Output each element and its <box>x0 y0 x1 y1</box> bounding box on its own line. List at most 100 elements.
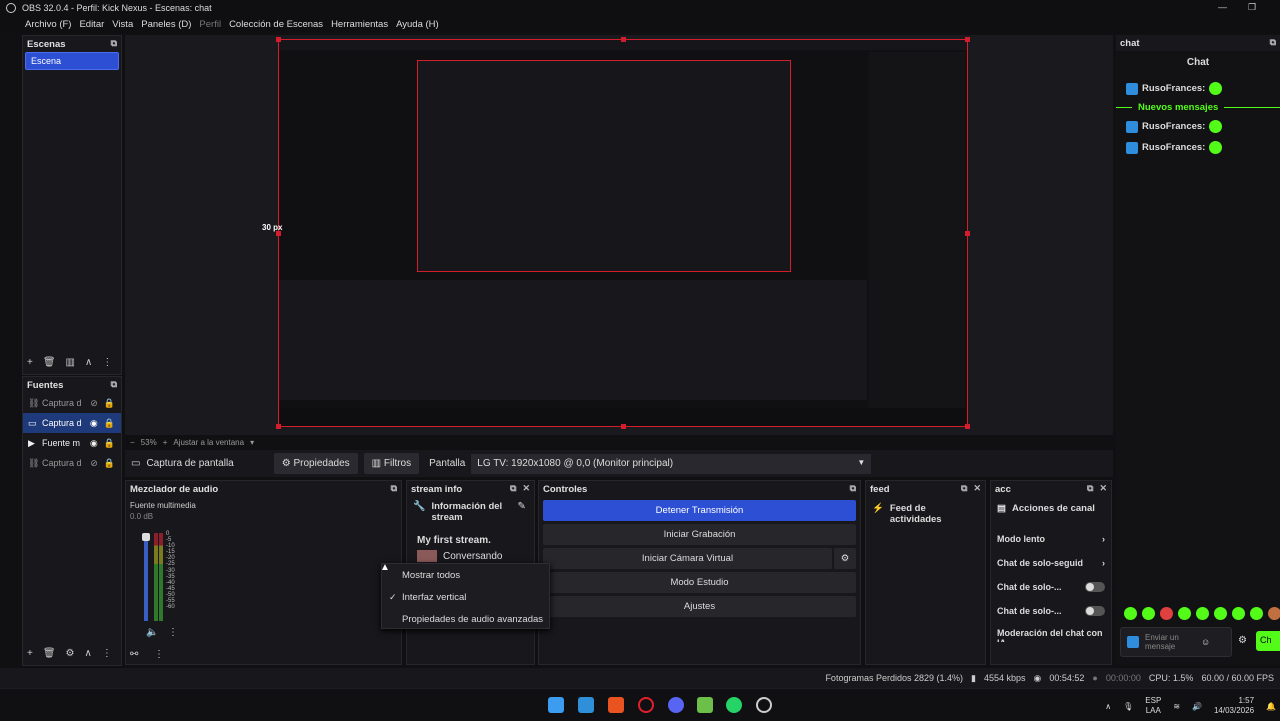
gear-icon[interactable]: ⚙ <box>1238 635 1247 646</box>
undock-icon[interactable]: ⧉ <box>111 379 117 390</box>
microphone-icon[interactable]: 🎙 <box>1123 702 1133 711</box>
menu-paneles[interactable]: Paneles (D) <box>141 19 191 30</box>
eye-icon[interactable]: ◉ <box>90 418 98 429</box>
menu-vertical-layout[interactable]: ✓ Interfaz vertical <box>382 586 549 608</box>
menu-advanced-audio[interactable]: Propiedades de audio avanzadas <box>382 608 549 630</box>
close-icon[interactable]: ✕ <box>1099 483 1107 494</box>
resize-handle[interactable] <box>965 37 970 42</box>
screen-select[interactable]: LG TV: 1920x1080 @ 0,0 (Monitor principa… <box>471 453 872 474</box>
emote-icon[interactable] <box>1250 607 1263 620</box>
move-up-icon[interactable]: ∧ <box>85 648 92 659</box>
menu-herramientas[interactable]: Herramientas <box>331 19 388 30</box>
trash-icon[interactable]: 🗑 <box>43 357 56 368</box>
lock-icon[interactable]: 🔒 <box>104 398 115 409</box>
gear-icon[interactable]: ⚙ <box>66 648 75 659</box>
followers-only-row[interactable]: Chat de solo-seguid › <box>991 544 1111 568</box>
fit-window-label[interactable]: Ajustar a la ventana <box>173 438 244 447</box>
emote-icon[interactable] <box>1142 607 1155 620</box>
more-icon[interactable]: ⋮ <box>154 649 164 660</box>
emoji-icon[interactable]: ☺ <box>1201 637 1210 647</box>
add-icon[interactable]: + <box>27 648 33 659</box>
language-indicator[interactable]: ESP LAA <box>1145 696 1161 716</box>
menu-ayuda[interactable]: Ayuda (H) <box>396 19 439 30</box>
pencil-icon[interactable]: ✎ <box>517 501 525 512</box>
volume-icon[interactable]: 🔊 <box>1192 702 1202 711</box>
menu-perfil[interactable]: Perfil <box>199 19 221 30</box>
vscode-icon[interactable] <box>578 697 594 713</box>
opera-icon[interactable] <box>638 697 654 713</box>
source-item[interactable]: ⛓ Captura d ⊘ 🔒 <box>23 453 121 473</box>
studio-mode-button[interactable]: Modo Estudio <box>543 572 856 593</box>
emote-icon[interactable] <box>1268 607 1280 620</box>
clock[interactable]: 1:57 14/03/2026 <box>1214 696 1254 716</box>
emote-icon[interactable] <box>1178 607 1191 620</box>
menu-archivo[interactable]: Archivo (F) <box>25 19 71 30</box>
lock-icon[interactable]: 🔒 <box>104 438 115 449</box>
eye-hidden-icon[interactable]: ⊘ <box>90 458 98 469</box>
properties-button[interactable]: ⚙ Propiedades <box>273 453 358 474</box>
source-item[interactable]: ⛓ Captura d ⊘ 🔒 <box>23 393 121 413</box>
ai-moderation-row[interactable]: Moderación del chat con IA <box>991 616 1111 642</box>
minimize-icon[interactable]: — <box>1218 2 1227 12</box>
close-icon[interactable]: ✕ <box>973 483 981 494</box>
eye-hidden-icon[interactable]: ⊘ <box>90 398 98 409</box>
emote-icon[interactable] <box>1232 607 1245 620</box>
undock-icon[interactable]: ⧉ <box>391 483 397 494</box>
send-button[interactable]: Ch <box>1256 631 1280 651</box>
undock-icon[interactable]: ⧉ <box>1270 37 1276 48</box>
resize-handle[interactable] <box>621 424 626 429</box>
trash-icon[interactable]: 🗑 <box>43 648 56 659</box>
move-up-icon[interactable]: ∧ <box>85 357 92 368</box>
slow-mode-row[interactable]: Modo lento › <box>991 520 1111 544</box>
stop-stream-button[interactable]: Detener Transmisión <box>543 500 856 521</box>
emote-icon[interactable] <box>1214 607 1227 620</box>
undock-icon[interactable]: ⧉ <box>961 483 967 494</box>
link-icon[interactable]: ⚯ <box>130 649 138 660</box>
maximize-icon[interactable]: ❐ <box>1248 2 1256 13</box>
filters-button[interactable]: ▥ Filtros <box>363 453 420 474</box>
speaker-icon[interactable]: 🔈 <box>146 627 158 638</box>
zoom-out-icon[interactable]: − <box>130 438 135 447</box>
notification-bell-icon[interactable]: 🔔 <box>1266 702 1276 711</box>
preview-canvas[interactable] <box>276 37 970 429</box>
zoom-in-icon[interactable]: + <box>163 438 168 447</box>
lock-icon[interactable]: 🔒 <box>104 458 115 469</box>
more-icon[interactable]: ⋮ <box>168 627 178 638</box>
undock-icon[interactable]: ⧉ <box>850 483 856 494</box>
eye-icon[interactable]: ◉ <box>90 438 98 449</box>
menu-vista[interactable]: Vista <box>112 19 133 30</box>
start-virtual-camera-button[interactable]: Iniciar Cámara Virtual <box>543 548 832 569</box>
wifi-icon[interactable]: ≋ <box>1173 702 1180 711</box>
filter-icon[interactable]: ▥ <box>66 357 75 368</box>
more-icon[interactable]: ⋮ <box>102 357 112 368</box>
windows-start-icon[interactable] <box>548 697 564 713</box>
more-icon[interactable]: ⋮ <box>102 648 112 659</box>
emote-icon[interactable] <box>1196 607 1209 620</box>
obs-taskbar-icon[interactable] <box>756 697 772 713</box>
scene-item[interactable]: Escena <box>25 52 119 70</box>
emote-only-toggle[interactable] <box>1085 606 1105 616</box>
emote-icon[interactable] <box>1160 607 1173 620</box>
source-item[interactable]: ▭ Captura d ◉ 🔒 <box>23 413 121 433</box>
undock-icon[interactable]: ⧉ <box>510 483 516 494</box>
menu-editar[interactable]: Editar <box>79 19 104 30</box>
gear-icon[interactable]: ⚙ <box>834 548 856 569</box>
discord-icon[interactable] <box>668 697 684 713</box>
settings-button[interactable]: Ajustes <box>543 596 856 617</box>
lock-icon[interactable]: 🔒 <box>104 418 115 429</box>
resize-handle[interactable] <box>621 37 626 42</box>
brave-icon[interactable] <box>608 697 624 713</box>
whatsapp-icon[interactable] <box>726 697 742 713</box>
minecraft-icon[interactable] <box>697 697 713 713</box>
volume-slider[interactable] <box>144 533 148 621</box>
resize-handle[interactable] <box>276 424 281 429</box>
chat-input[interactable]: Enviar un mensaje ☺ <box>1120 627 1232 657</box>
resize-handle[interactable] <box>276 37 281 42</box>
resize-handle[interactable] <box>965 231 970 236</box>
menu-show-all[interactable]: Mostrar todos <box>382 564 549 586</box>
resize-handle[interactable] <box>965 424 970 429</box>
start-recording-button[interactable]: Iniciar Grabación <box>543 524 856 545</box>
menu-coleccion[interactable]: Colección de Escenas <box>229 19 323 30</box>
add-icon[interactable]: + <box>27 357 33 368</box>
source-item[interactable]: ▶ Fuente m ◉ 🔒 <box>23 433 121 453</box>
